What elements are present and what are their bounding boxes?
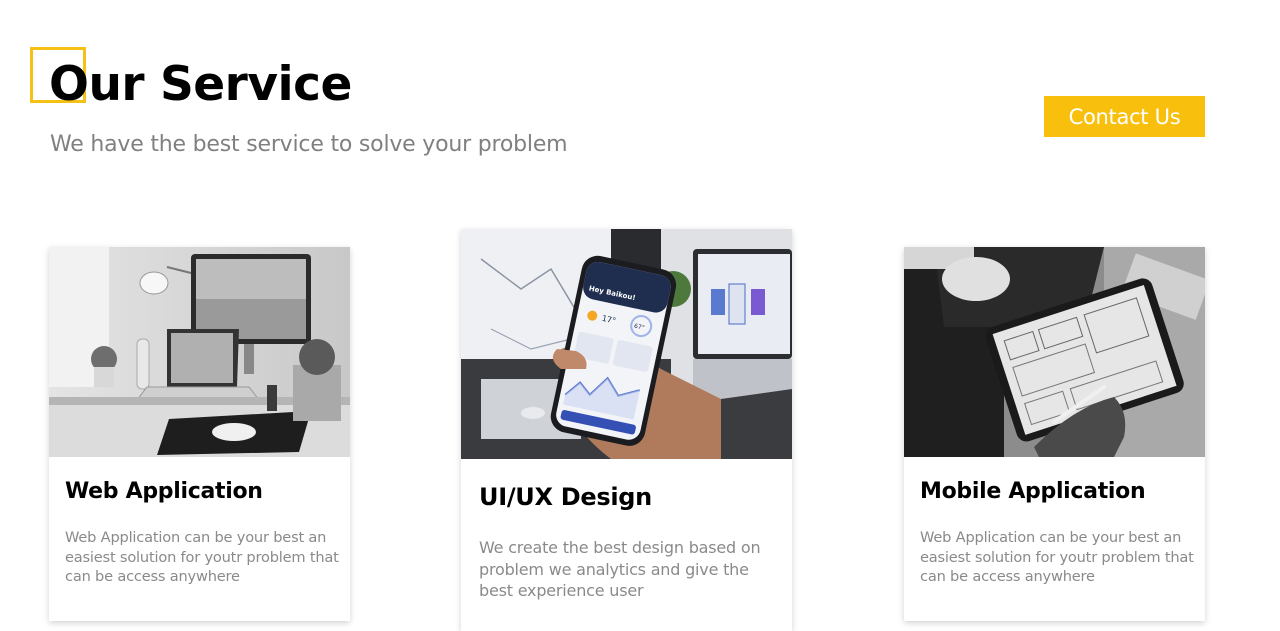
contact-us-button[interactable]: Contact Us — [1044, 96, 1205, 137]
page-title: Our Service — [49, 57, 352, 112]
service-card-mobile-application[interactable]: Mobile Application Web Application can b… — [904, 247, 1205, 621]
card-title: Web Application — [65, 479, 263, 504]
card-title: UI/UX Design — [479, 483, 652, 511]
page-subtitle: We have the best service to solve your p… — [50, 132, 568, 157]
web-application-image — [49, 247, 350, 457]
card-title: Mobile Application — [920, 479, 1146, 504]
mobile-application-image — [904, 247, 1205, 457]
service-card-ui-ux-design[interactable]: Hey Baikou! 17° 67° UI/UX Design We crea… — [461, 229, 792, 631]
ui-ux-design-image: Hey Baikou! 17° 67° — [461, 229, 792, 459]
service-card-web-application[interactable]: Web Application Web Application can be y… — [49, 247, 350, 621]
card-description: We create the best design based on probl… — [479, 538, 761, 600]
card-description: Web Application can be your best an easi… — [65, 529, 339, 585]
card-description: Web Application can be your best an easi… — [920, 529, 1194, 585]
